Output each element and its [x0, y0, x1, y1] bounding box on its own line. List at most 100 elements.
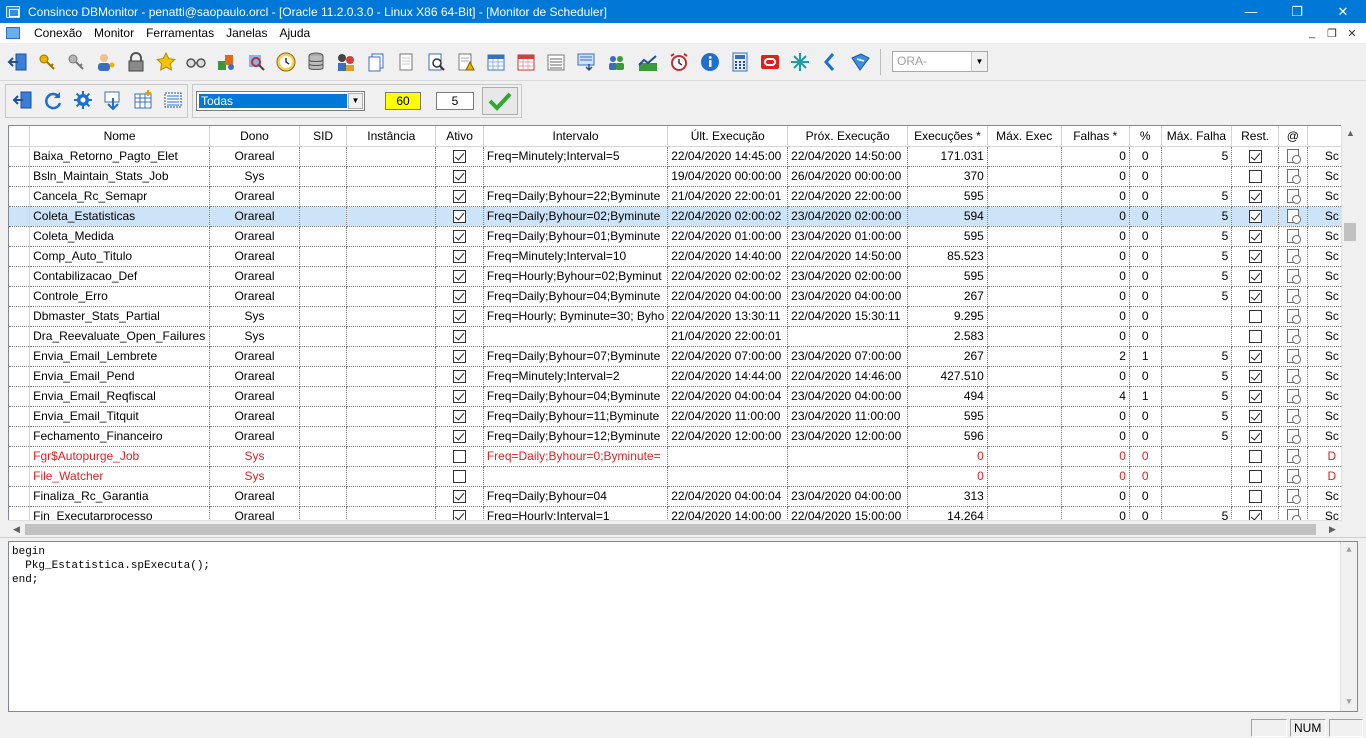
cell-ult-execucao[interactable]: 22/04/2020 01:00:00 — [667, 226, 789, 247]
cell-percent[interactable]: 0 — [1129, 426, 1162, 447]
chart-line-icon[interactable] — [634, 48, 662, 76]
cell-at[interactable] — [1278, 406, 1308, 427]
row-indicator[interactable] — [9, 466, 31, 487]
cell-rest[interactable] — [1231, 266, 1279, 287]
email-settings-icon[interactable] — [1286, 189, 1301, 205]
cell-prox-execucao[interactable]: 22/04/2020 14:46:00 — [787, 366, 909, 387]
cell-ult-execucao[interactable]: 22/04/2020 13:30:11 — [667, 306, 789, 327]
cell-nome[interactable]: Envia_Email_Reqfiscal — [29, 386, 211, 407]
active-checkbox[interactable] — [453, 169, 467, 183]
cell-intervalo[interactable]: Freq=Daily;Byhour=07;Byminute — [483, 346, 669, 367]
apply-button[interactable] — [482, 87, 518, 115]
cell-at[interactable] — [1278, 486, 1308, 507]
back-arrow-icon[interactable] — [816, 48, 844, 76]
table-row[interactable]: Baixa_Retorno_Pagto_Elet Orareal Freq=Minu… — [9, 146, 1357, 167]
cell-intervalo[interactable]: Freq=Minutely;Interval=10 — [483, 246, 669, 267]
email-settings-icon[interactable] — [1286, 149, 1301, 165]
cell-ativo[interactable] — [435, 466, 484, 487]
cell-execucoes[interactable]: 594 — [907, 206, 988, 227]
cell-falhas[interactable]: 0 — [1061, 406, 1130, 427]
row-indicator[interactable] — [9, 326, 31, 347]
cell-percent[interactable]: 0 — [1129, 266, 1162, 287]
email-settings-icon[interactable] — [1286, 309, 1301, 325]
list-icon[interactable] — [542, 48, 570, 76]
cell-instancia[interactable] — [346, 226, 437, 247]
cell-nome[interactable]: Envia_Email_Pend — [29, 366, 211, 387]
cell-at[interactable] — [1278, 146, 1308, 167]
cell-sid[interactable] — [299, 366, 348, 387]
table-row[interactable]: Dra_Reevaluate_Open_Failures Sys 21/04/202… — [9, 326, 1357, 347]
cell-instancia[interactable] — [346, 286, 437, 307]
cell-intervalo[interactable]: Freq=Hourly; Byminute=30; Byho — [483, 306, 669, 327]
pages-icon[interactable] — [362, 48, 390, 76]
cell-ult-execucao[interactable]: 22/04/2020 14:40:00 — [667, 246, 789, 267]
cell-rest[interactable] — [1231, 226, 1279, 247]
col-percent-header[interactable]: % — [1129, 126, 1162, 147]
cell-nome[interactable]: Contabilizacao_Def — [29, 266, 211, 287]
row-indicator[interactable] — [9, 226, 31, 247]
restart-checkbox[interactable] — [1248, 469, 1262, 483]
cell-max-exec[interactable] — [987, 186, 1062, 207]
search-settings-icon[interactable] — [242, 48, 270, 76]
cell-ativo[interactable] — [435, 306, 484, 327]
active-checkbox[interactable] — [453, 469, 467, 483]
col-instancia-header[interactable]: Instância — [346, 126, 437, 147]
cell-prox-execucao[interactable]: 23/04/2020 01:00:00 — [787, 226, 909, 247]
cell-execucoes[interactable]: 267 — [907, 286, 988, 307]
cell-falhas[interactable]: 0 — [1061, 446, 1130, 467]
user-key-icon[interactable] — [92, 48, 120, 76]
snowflake-icon[interactable] — [786, 48, 814, 76]
cell-ativo[interactable] — [435, 286, 484, 307]
alarm-clock-icon[interactable] — [665, 48, 693, 76]
cell-rest[interactable] — [1231, 426, 1279, 447]
cell-instancia[interactable] — [346, 326, 437, 347]
cell-nome[interactable]: Dbmaster_Stats_Partial — [29, 306, 211, 327]
cell-ativo[interactable] — [435, 146, 484, 167]
calendar-red-icon[interactable] — [512, 48, 540, 76]
col-max-falha-header[interactable]: Máx. Falha — [1161, 126, 1233, 147]
cell-execucoes[interactable]: 0 — [907, 446, 988, 467]
cell-max-exec[interactable] — [987, 446, 1062, 467]
cell-ativo[interactable] — [435, 226, 484, 247]
active-checkbox[interactable] — [453, 309, 467, 323]
monitor-download-icon[interactable] — [572, 48, 600, 76]
cell-sid[interactable] — [299, 426, 348, 447]
count-input[interactable]: 5 — [436, 92, 474, 110]
cell-max-falha[interactable]: 5 — [1161, 406, 1233, 427]
cell-rest[interactable] — [1231, 166, 1279, 187]
cell-ult-execucao[interactable]: 22/04/2020 04:00:00 — [667, 286, 789, 307]
cell-execucoes[interactable]: 2.583 — [907, 326, 988, 347]
table-row[interactable]: File_Watcher Sys 0 0 0 D — [9, 466, 1357, 487]
cell-instancia[interactable] — [346, 406, 437, 427]
cell-intervalo[interactable]: Freq=Hourly;Byhour=02;Byminut — [483, 266, 669, 287]
cell-at[interactable] — [1278, 386, 1308, 407]
cell-sid[interactable] — [299, 286, 348, 307]
restart-checkbox[interactable] — [1248, 249, 1262, 263]
cell-dono[interactable]: Orareal — [209, 426, 300, 447]
row-indicator[interactable] — [9, 346, 31, 367]
table-row[interactable]: Bsln_Maintain_Stats_Job Sys 19/04/2020 00:… — [9, 166, 1357, 187]
cell-prox-execucao[interactable]: 22/04/2020 14:50:00 — [787, 146, 909, 167]
cell-max-falha[interactable]: 5 — [1161, 146, 1233, 167]
restart-checkbox[interactable] — [1248, 169, 1262, 183]
cell-ativo[interactable] — [435, 426, 484, 447]
cell-instancia[interactable] — [346, 386, 437, 407]
cell-sid[interactable] — [299, 386, 348, 407]
cell-max-falha[interactable] — [1161, 326, 1233, 347]
chevron-down-icon[interactable]: ▼ — [348, 93, 363, 109]
mdi-document-icon[interactable] — [6, 27, 20, 39]
scroll-up-icon[interactable]: ▲ — [1342, 125, 1359, 142]
cell-rest[interactable] — [1231, 346, 1279, 367]
cell-ativo[interactable] — [435, 346, 484, 367]
active-checkbox[interactable] — [453, 149, 467, 163]
key-icon[interactable] — [33, 48, 61, 76]
email-settings-icon[interactable] — [1286, 269, 1301, 285]
cell-prox-execucao[interactable]: 22/04/2020 22:00:00 — [787, 186, 909, 207]
cell-max-falha[interactable]: 5 — [1161, 426, 1233, 447]
cell-max-exec[interactable] — [987, 166, 1062, 187]
row-indicator[interactable] — [9, 286, 31, 307]
cell-max-falha[interactable] — [1161, 466, 1233, 487]
refresh-icon[interactable] — [40, 87, 66, 113]
active-checkbox[interactable] — [453, 489, 467, 503]
cell-nome[interactable]: Dra_Reevaluate_Open_Failures — [29, 326, 211, 347]
